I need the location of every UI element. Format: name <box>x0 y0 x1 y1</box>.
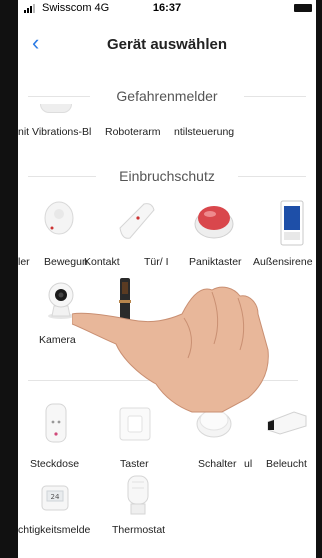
page-title: Gerät auswählen <box>106 36 228 53</box>
thermostat-icon[interactable] <box>122 474 154 518</box>
phone-bezel-right <box>316 0 322 558</box>
phone-bezel-left <box>0 0 18 558</box>
pointing-hand-image <box>71 274 282 414</box>
nav-bar: ‹ Gerät auswählen <box>18 22 316 68</box>
device-item-partial-2[interactable]: ul <box>244 458 252 470</box>
device-item-outdoor-siren[interactable]: Außensirene <box>253 256 313 268</box>
device-item-humidity-sensor[interactable]: chtigkeitsmelde <box>18 524 90 536</box>
device-item-contact[interactable]: Kontakt <box>84 256 120 268</box>
device-item-lighting[interactable]: Beleucht <box>266 458 307 470</box>
device-item-smart-plug[interactable]: Steckdose <box>30 458 79 470</box>
status-bar: Swisscom 4G 16:37 <box>18 0 316 18</box>
humidity-sensor-icon[interactable]: 24 <box>40 484 70 512</box>
section-title-einbruchschutz: Einbruchschutz <box>119 168 215 184</box>
battery-icon <box>294 4 312 12</box>
device-item-door[interactable]: Tür/ I <box>144 256 169 268</box>
door-contact-icon[interactable] <box>114 198 158 244</box>
device-item-robot-arm[interactable]: Roboterarm <box>105 126 160 138</box>
status-time: 16:37 <box>152 2 182 14</box>
device-item-motion[interactable]: Bewegun <box>44 256 88 268</box>
panic-button-icon[interactable] <box>192 200 236 240</box>
device-screenshot: Swisscom 4G 16:37 ‹ Gerät auswählen Gefa… <box>0 0 322 558</box>
app-screen: Swisscom 4G 16:37 ‹ Gerät auswählen Gefa… <box>18 0 316 558</box>
outdoor-siren-icon[interactable] <box>280 200 304 246</box>
device-item-switch[interactable]: Schalter <box>198 458 237 470</box>
device-item-button[interactable]: Taster <box>120 458 149 470</box>
device-item-partial[interactable]: ler <box>18 256 30 268</box>
device-item-valve-control[interactable]: ntilsteuerung <box>174 126 234 138</box>
device-item-thermostat[interactable]: Thermostat <box>112 524 165 536</box>
svg-text:24: 24 <box>51 493 60 501</box>
device-item-camera[interactable]: Kamera <box>39 334 76 346</box>
device-item-vibration-sensor[interactable]: nit Vibrations-Bl <box>18 126 91 138</box>
vibration-sensor-icon[interactable] <box>40 104 72 113</box>
device-item-panic-button[interactable]: Paniktaster <box>189 256 242 268</box>
smart-plug-icon[interactable] <box>44 402 68 444</box>
motion-sensor-icon[interactable] <box>42 198 76 238</box>
section-title-gefahrenmelder: Gefahrenmelder <box>116 88 218 104</box>
